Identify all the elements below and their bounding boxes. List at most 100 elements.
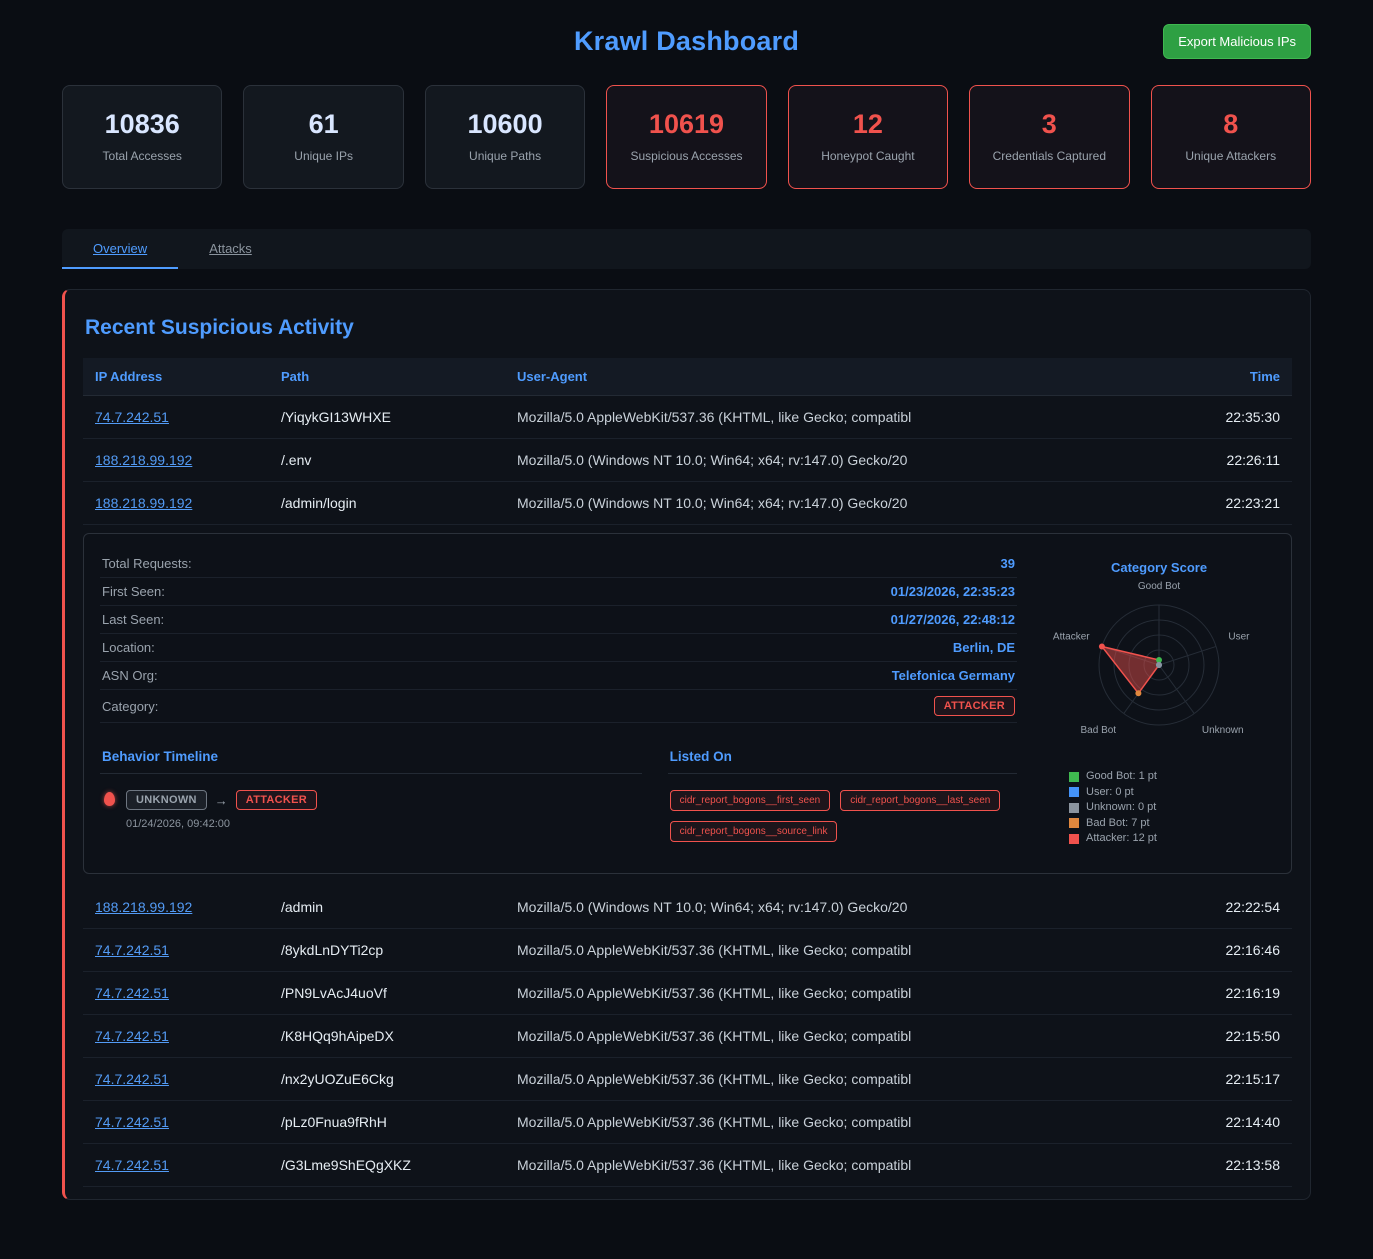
ip-cell: 188.218.99.192 bbox=[93, 439, 279, 481]
detail-field-row: ASN Org:Telefonica Germany bbox=[100, 662, 1017, 690]
ip-link[interactable]: 188.218.99.192 bbox=[95, 452, 192, 468]
table-row[interactable]: 74.7.242.51/8ykdLnDYTi2cpMozilla/5.0 App… bbox=[83, 929, 1292, 972]
tab-label: Overview bbox=[93, 241, 147, 256]
time-cell: 22:35:30 bbox=[1150, 396, 1282, 438]
blocklist-badge[interactable]: cidr_report_bogons__last_seen bbox=[840, 790, 1000, 811]
behavior-timeline-title: Behavior Timeline bbox=[100, 749, 642, 774]
time-cell: 22:26:11 bbox=[1150, 439, 1282, 481]
table-row[interactable]: 74.7.242.51/K8HQq9hAipeDXMozilla/5.0 App… bbox=[83, 1015, 1292, 1058]
category-to-badge: ATTACKER bbox=[236, 790, 317, 810]
user-agent-cell: Mozilla/5.0 AppleWebKit/537.36 (KHTML, l… bbox=[515, 929, 1150, 971]
column-header: Path bbox=[279, 358, 515, 395]
stat-card: 10836 Total Accesses bbox=[62, 85, 222, 189]
ip-link[interactable]: 74.7.242.51 bbox=[95, 985, 169, 1001]
ip-link[interactable]: 188.218.99.192 bbox=[95, 495, 192, 511]
ip-link[interactable]: 74.7.242.51 bbox=[95, 1157, 169, 1173]
column-header: User-Agent bbox=[515, 358, 1150, 395]
table-row[interactable]: 74.7.242.51/nx2yUOZuE6CkgMozilla/5.0 App… bbox=[83, 1058, 1292, 1101]
user-agent-cell: Mozilla/5.0 AppleWebKit/537.36 (KHTML, l… bbox=[515, 396, 1150, 438]
field-value: 39 bbox=[1001, 556, 1015, 571]
ip-link[interactable]: 74.7.242.51 bbox=[95, 942, 169, 958]
radar-legend: Good Bot: 1 ptUser: 0 ptUnknown: 0 ptBad… bbox=[1069, 769, 1275, 847]
detail-field-row: First Seen:01/23/2026, 22:35:23 bbox=[100, 578, 1017, 606]
ip-link[interactable]: 74.7.242.51 bbox=[95, 1028, 169, 1044]
ip-cell: 74.7.242.51 bbox=[93, 396, 279, 438]
tab-bar: Overview Attacks bbox=[62, 229, 1311, 269]
path-cell: /admin/login bbox=[279, 482, 515, 524]
ip-cell: 188.218.99.192 bbox=[93, 482, 279, 524]
timeline-entry: UNKNOWN → ATTACKER 01/24/2026, 09:42:00 bbox=[100, 790, 642, 830]
category-badge: ATTACKER bbox=[934, 696, 1015, 716]
time-cell: 22:22:54 bbox=[1150, 886, 1282, 928]
ip-cell: 74.7.242.51 bbox=[93, 1144, 279, 1186]
stat-label: Unique Attackers bbox=[1158, 149, 1304, 163]
table-row[interactable]: 188.218.99.192/adminMozilla/5.0 (Windows… bbox=[83, 886, 1292, 929]
stat-label: Unique IPs bbox=[250, 149, 396, 163]
time-cell: 22:16:19 bbox=[1150, 972, 1282, 1014]
column-header: Time bbox=[1150, 358, 1282, 395]
stat-card: 61Unique IPs bbox=[243, 85, 403, 189]
stat-value: 10619 bbox=[613, 109, 759, 140]
path-cell: /pLz0Fnua9fRhH bbox=[279, 1101, 515, 1143]
ip-link[interactable]: 74.7.242.51 bbox=[95, 1071, 169, 1087]
stat-label: Credentials Captured bbox=[976, 149, 1122, 163]
listed-on-section: Listed On cidr_report_bogons__first_seen… bbox=[668, 749, 1017, 842]
user-agent-cell: Mozilla/5.0 AppleWebKit/537.36 (KHTML, l… bbox=[515, 972, 1150, 1014]
legend-item: Unknown: 0 pt bbox=[1069, 800, 1275, 816]
table-row[interactable]: 74.7.242.51/PN9LvAcJ4uoVfMozilla/5.0 App… bbox=[83, 972, 1292, 1015]
header: Krawl Dashboard Export Malicious IPs bbox=[62, 0, 1311, 85]
table-row[interactable]: 188.218.99.192/.envMozilla/5.0 (Windows … bbox=[83, 439, 1292, 482]
time-cell: 22:23:21 bbox=[1150, 482, 1282, 524]
path-cell: /K8HQq9hAipeDX bbox=[279, 1015, 515, 1057]
ip-detail-fields-column: Total Requests:39First Seen:01/23/2026, … bbox=[100, 550, 1017, 847]
ip-link[interactable]: 74.7.242.51 bbox=[95, 409, 169, 425]
stat-value: 10600 bbox=[432, 109, 578, 140]
path-cell: /PN9LvAcJ4uoVf bbox=[279, 972, 515, 1014]
table-row[interactable]: 74.7.242.51/G3Lme9ShEQgXKZMozilla/5.0 Ap… bbox=[83, 1144, 1292, 1187]
blocklist-badge[interactable]: cidr_report_bogons__first_seen bbox=[670, 790, 831, 811]
path-cell: /8ykdLnDYTi2cp bbox=[279, 929, 515, 971]
recent-suspicious-activity-panel: Recent Suspicious Activity IP AddressPat… bbox=[62, 289, 1311, 1200]
stat-card: 10619Suspicious Accesses bbox=[606, 85, 766, 189]
column-header: IP Address bbox=[93, 358, 279, 395]
legend-label: User: 0 pt bbox=[1086, 785, 1134, 801]
field-label: Category: bbox=[102, 699, 158, 714]
user-agent-cell: Mozilla/5.0 AppleWebKit/537.36 (KHTML, l… bbox=[515, 1144, 1150, 1186]
table-row[interactable]: 74.7.242.51/pLz0Fnua9fRhHMozilla/5.0 App… bbox=[83, 1101, 1292, 1144]
ip-link[interactable]: 188.218.99.192 bbox=[95, 899, 192, 915]
listed-on-badges: cidr_report_bogons__first_seen cidr_repor… bbox=[668, 790, 1017, 842]
field-label: First Seen: bbox=[102, 584, 165, 599]
legend-label: Attacker: 12 pt bbox=[1086, 831, 1157, 847]
stat-label: Honeypot Caught bbox=[795, 149, 941, 163]
export-malicious-ips-button[interactable]: Export Malicious IPs bbox=[1163, 24, 1311, 59]
stat-value: 10836 bbox=[69, 109, 215, 140]
stat-card: 3Credentials Captured bbox=[969, 85, 1129, 189]
stats-row: 10836 Total Accesses 61Unique IPs 10600 Uniq… bbox=[62, 85, 1311, 189]
svg-text:Good Bot: Good Bot bbox=[1138, 581, 1180, 592]
category-from-badge: UNKNOWN bbox=[126, 790, 207, 810]
category-score-widget: Category Score Good BotUserUnknownBad Bo… bbox=[1043, 550, 1275, 847]
stat-card: 8Unique Attackers bbox=[1151, 85, 1311, 189]
user-agent-cell: Mozilla/5.0 (Windows NT 10.0; Win64; x64… bbox=[515, 482, 1150, 524]
tab-attacks[interactable]: Attacks bbox=[178, 229, 283, 269]
stat-label: Total Accesses bbox=[69, 149, 215, 163]
ip-cell: 74.7.242.51 bbox=[93, 1058, 279, 1100]
table-rows-bottom: 188.218.99.192/adminMozilla/5.0 (Windows… bbox=[83, 886, 1292, 1187]
tab-overview[interactable]: Overview bbox=[62, 229, 178, 269]
legend-swatch bbox=[1069, 772, 1079, 782]
path-cell: /.env bbox=[279, 439, 515, 481]
detail-fields: Total Requests:39First Seen:01/23/2026, … bbox=[100, 550, 1017, 723]
legend-swatch bbox=[1069, 818, 1079, 828]
time-cell: 22:15:50 bbox=[1150, 1015, 1282, 1057]
ip-cell: 74.7.242.51 bbox=[93, 1101, 279, 1143]
radar-chart-title: Category Score bbox=[1043, 560, 1275, 575]
time-cell: 22:16:46 bbox=[1150, 929, 1282, 971]
field-label: Last Seen: bbox=[102, 612, 164, 627]
table-row[interactable]: 74.7.242.51/YiqykGI13WHXEMozilla/5.0 App… bbox=[83, 396, 1292, 439]
ip-cell: 188.218.99.192 bbox=[93, 886, 279, 928]
blocklist-badge[interactable]: cidr_report_bogons__source_link bbox=[670, 821, 838, 842]
table-row[interactable]: 188.218.99.192/admin/loginMozilla/5.0 (W… bbox=[83, 482, 1292, 525]
ip-link[interactable]: 74.7.242.51 bbox=[95, 1114, 169, 1130]
legend-label: Bad Bot: 7 pt bbox=[1086, 816, 1150, 832]
detail-field-row: Location:Berlin, DE bbox=[100, 634, 1017, 662]
